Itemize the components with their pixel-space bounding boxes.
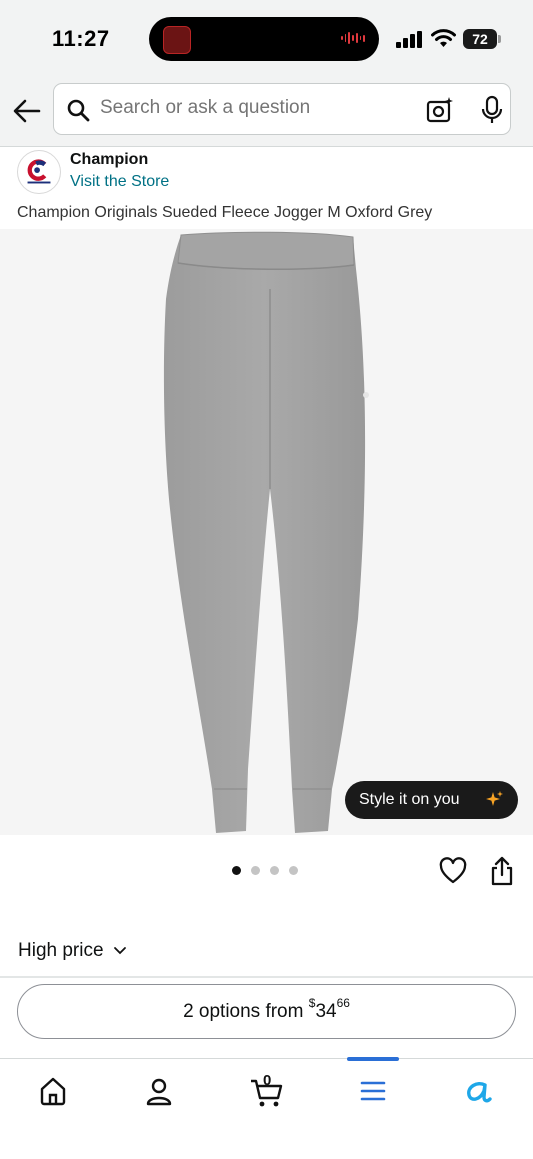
- carousel-dot[interactable]: [270, 866, 279, 875]
- now-playing-app-icon: [163, 26, 191, 54]
- style-it-on-you-button[interactable]: Style it on you: [345, 781, 518, 819]
- search-input[interactable]: [100, 97, 400, 119]
- style-button-label: Style it on you: [359, 791, 460, 808]
- high-price-label: High price: [18, 940, 104, 961]
- visit-store-link[interactable]: Visit the Store: [70, 173, 169, 191]
- product-image: [163, 231, 369, 833]
- options-button[interactable]: 2 options from $3466: [17, 984, 516, 1039]
- options-prefix: 2 options from: [183, 1001, 304, 1022]
- section-divider: [0, 976, 533, 978]
- sparkle-icon: [486, 791, 503, 806]
- search-box[interactable]: [53, 83, 511, 135]
- microphone-icon[interactable]: [480, 95, 504, 125]
- price-whole: 34: [315, 1001, 337, 1022]
- battery-indicator: 72: [463, 29, 501, 49]
- dynamic-island: [149, 17, 379, 61]
- bottom-tab-bar: 0: [0, 1057, 533, 1159]
- price-currency: $: [308, 995, 316, 1010]
- share-icon[interactable]: [489, 856, 515, 886]
- menu-icon[interactable]: [357, 1075, 389, 1107]
- wifi-icon: [431, 29, 456, 47]
- back-arrow-icon[interactable]: [12, 96, 42, 126]
- account-icon[interactable]: [143, 1075, 175, 1107]
- product-title: Champion Originals Sueded Fleece Jogger …: [17, 204, 433, 221]
- cart-button[interactable]: 0: [250, 1072, 284, 1109]
- rufus-assistant-icon[interactable]: [463, 1075, 495, 1107]
- product-image-carousel[interactable]: [0, 229, 533, 835]
- search-header: [0, 78, 533, 147]
- audio-waveform-icon: [341, 31, 366, 45]
- home-icon[interactable]: [37, 1075, 69, 1107]
- carousel-dots: [232, 866, 298, 875]
- camera-search-icon[interactable]: [426, 96, 454, 124]
- battery-level: 72: [463, 29, 497, 49]
- carousel-dot[interactable]: [251, 866, 260, 875]
- search-icon: [67, 99, 90, 122]
- carousel-dot[interactable]: [232, 866, 241, 875]
- store-name: Champion: [70, 151, 149, 168]
- battery-cap: [498, 35, 501, 43]
- status-time: 11:27: [52, 26, 110, 51]
- high-price-dropdown[interactable]: High price: [18, 940, 127, 962]
- cellular-signal-icon: [396, 31, 422, 48]
- carousel-dot[interactable]: [289, 866, 298, 875]
- active-tab-indicator: [347, 1057, 399, 1061]
- status-bar: 11:27 72: [0, 0, 533, 78]
- price-fraction: 66: [336, 995, 350, 1010]
- champion-logo[interactable]: [17, 150, 61, 194]
- cart-count: 0: [263, 1072, 272, 1089]
- chevron-down-icon: [113, 947, 126, 955]
- heart-icon[interactable]: [439, 857, 467, 885]
